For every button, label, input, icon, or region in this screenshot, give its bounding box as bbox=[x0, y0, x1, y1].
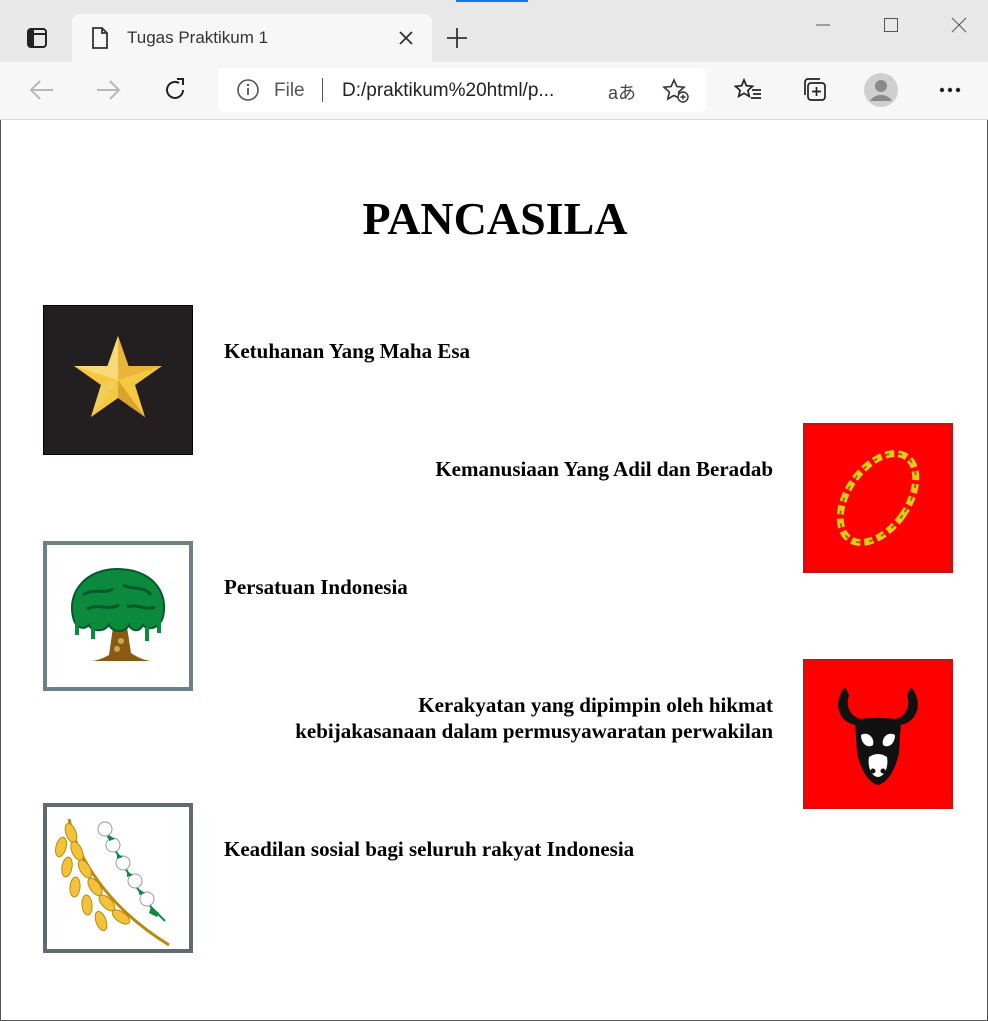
navigation-toolbar: File D:/praktikum%20html/p... aあ bbox=[0, 62, 988, 120]
minimize-button[interactable] bbox=[803, 10, 843, 40]
star-icon bbox=[74, 336, 162, 417]
sila-3-text: Persatuan Indonesia bbox=[224, 575, 408, 599]
arrow-right-icon bbox=[97, 80, 121, 100]
tab-close-button[interactable] bbox=[392, 26, 420, 50]
add-favorite-icon[interactable] bbox=[662, 78, 690, 104]
sila-4-text-line2: kebijakasanaan dalam permusyawaratan per… bbox=[295, 719, 773, 743]
forward-button[interactable] bbox=[90, 72, 126, 108]
back-button[interactable] bbox=[24, 72, 60, 108]
rice-cotton-icon bbox=[55, 818, 170, 947]
read-aloud-button[interactable]: aあ bbox=[608, 79, 636, 105]
sila-4-text-line1: Kerakyatan yang dipimpin oleh hikmat bbox=[418, 693, 773, 717]
loading-indicator bbox=[456, 0, 528, 2]
more-icon bbox=[939, 87, 961, 93]
tab-actions-button[interactable] bbox=[18, 24, 56, 52]
info-icon[interactable] bbox=[236, 78, 260, 102]
maximize-button[interactable] bbox=[871, 10, 911, 40]
address-scheme: File bbox=[274, 80, 305, 101]
close-window-button[interactable] bbox=[939, 10, 979, 40]
chain-icon bbox=[836, 450, 920, 546]
maximize-icon bbox=[884, 18, 898, 32]
bull-head-icon bbox=[838, 687, 918, 785]
sila-1-text: Ketuhanan Yang Maha Esa bbox=[224, 339, 471, 363]
tab-strip: Tugas Praktikum 1 bbox=[0, 0, 988, 62]
tab-title: Tugas Praktikum 1 bbox=[127, 28, 269, 47]
address-url[interactable]: D:/praktikum%20html/p... bbox=[342, 80, 554, 102]
page-title: PANCASILA bbox=[362, 193, 628, 244]
refresh-button[interactable] bbox=[157, 72, 193, 108]
new-tab-button[interactable] bbox=[442, 24, 472, 52]
sila-5-text: Keadilan sosial bagi seluruh rakyat Indo… bbox=[224, 837, 635, 861]
address-separator bbox=[322, 78, 323, 102]
profile-button[interactable] bbox=[863, 72, 899, 108]
sila-4-image bbox=[803, 659, 953, 809]
sila-5-image bbox=[43, 803, 193, 953]
settings-menu-button[interactable] bbox=[932, 72, 968, 108]
file-icon bbox=[92, 27, 108, 49]
close-window-icon bbox=[951, 17, 967, 33]
banyan-tree-icon bbox=[70, 567, 166, 661]
sila-2-text: Kemanusiaan Yang Adil dan Beradab bbox=[435, 457, 773, 481]
close-icon bbox=[399, 31, 413, 45]
sila-3-image bbox=[43, 541, 193, 691]
sila-1-image bbox=[43, 305, 193, 455]
collections-icon bbox=[804, 78, 826, 101]
address-bar[interactable]: File D:/praktikum%20html/p... aあ bbox=[218, 68, 706, 112]
refresh-icon bbox=[166, 78, 184, 99]
tab-actions-icon bbox=[27, 28, 47, 48]
page-viewport: PANCASILA Ketuhanan Yang Maha Esa Kemanu… bbox=[0, 120, 988, 1021]
sila-2-image bbox=[803, 423, 953, 573]
avatar-icon bbox=[864, 73, 898, 107]
favorites-button[interactable] bbox=[730, 72, 766, 108]
active-tab[interactable]: Tugas Praktikum 1 bbox=[72, 14, 432, 62]
plus-icon bbox=[447, 28, 467, 48]
arrow-left-icon bbox=[29, 80, 53, 100]
favorites-icon bbox=[734, 77, 761, 99]
collections-button[interactable] bbox=[797, 72, 833, 108]
sila-4-text: Kerakyatan yang dipimpin oleh hikmat keb… bbox=[201, 692, 773, 744]
minimize-icon bbox=[816, 24, 830, 26]
